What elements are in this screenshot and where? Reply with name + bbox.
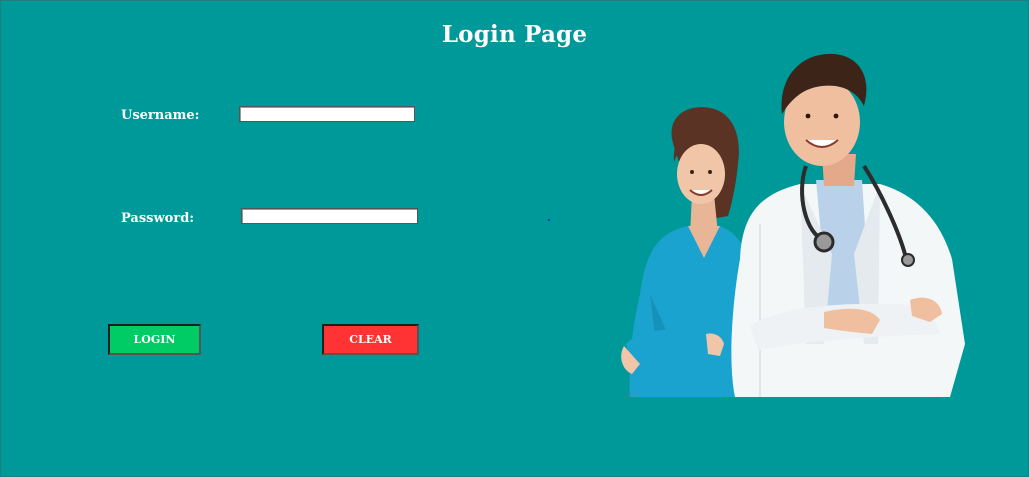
password-input[interactable] [241, 208, 418, 224]
clear-button[interactable]: CLEAR [322, 324, 419, 355]
username-label: Username: [121, 108, 200, 123]
login-button[interactable]: LOGIN [108, 324, 201, 355]
username-input[interactable] [239, 106, 415, 122]
stray-dot [548, 219, 550, 221]
doctor-and-nurse-photo [621, 53, 965, 398]
password-label: Password: [121, 211, 195, 226]
doctor-figure [731, 53, 965, 397]
